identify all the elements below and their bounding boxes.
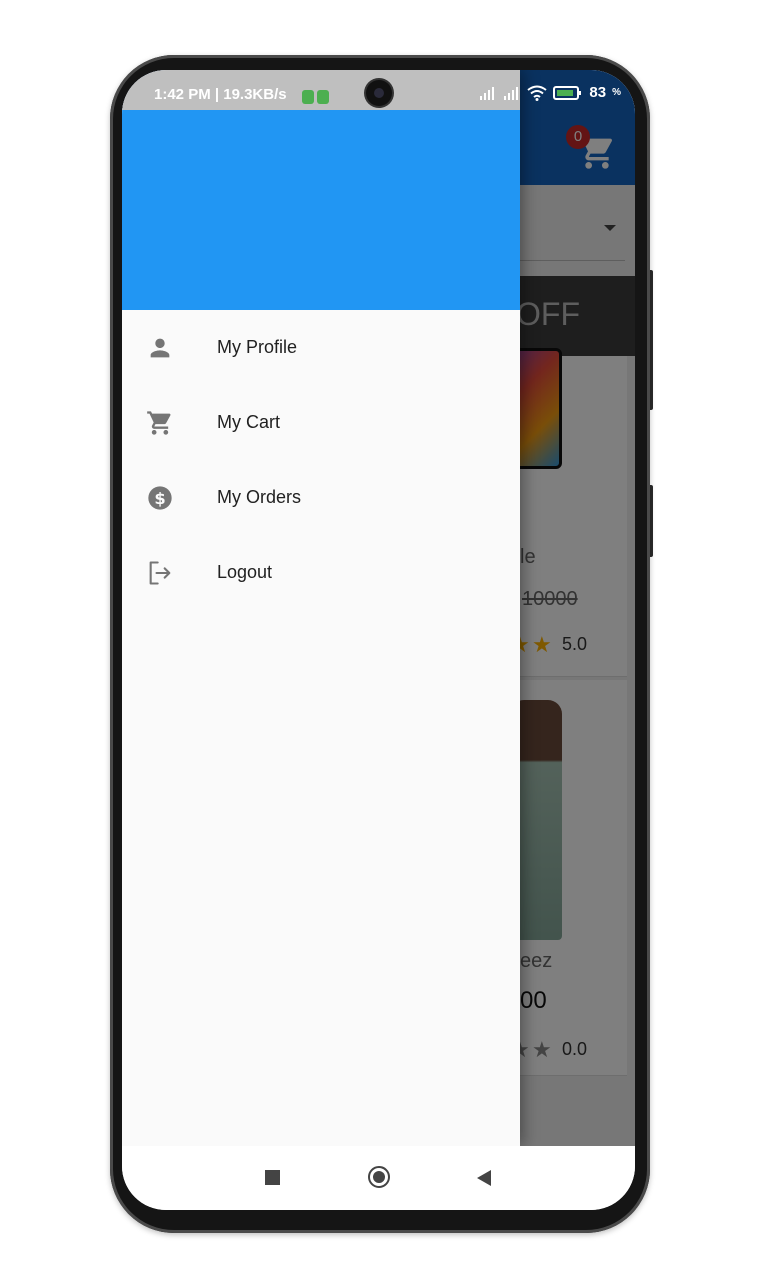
menu-item-logout[interactable]: Logout — [122, 535, 520, 610]
drawer-menu: My Profile My Cart $ My Orders Logout — [122, 310, 520, 610]
cart-icon — [147, 411, 171, 435]
menu-item-label: My Orders — [217, 487, 302, 507]
notification-icon — [299, 88, 329, 106]
status-bar: 1:42 PM | 19.3KB/s 83% — [122, 70, 635, 110]
signal-icon — [480, 86, 495, 100]
menu-item-label: Logout — [217, 562, 273, 582]
menu-item-my-orders[interactable]: $ My Orders — [122, 460, 520, 535]
status-time: 1:42 PM | 19.3KB/s — [154, 86, 287, 103]
dollar-circle-icon: $ — [148, 486, 172, 510]
signal-icon — [504, 86, 519, 100]
wifi-icon — [527, 85, 548, 101]
logout-icon — [149, 561, 171, 585]
recents-button[interactable] — [265, 1170, 280, 1185]
status-icons: 83% — [479, 84, 621, 101]
percent-sign: % — [612, 87, 621, 98]
screen: 0 OFF le 10000 ★ ★ 5.0 eez 00 ★ ★ 0.0 My… — [122, 70, 635, 1210]
battery-icon — [553, 85, 582, 100]
menu-item-my-profile[interactable]: My Profile — [122, 310, 520, 385]
front-camera — [366, 80, 392, 106]
system-nav-bar — [122, 1146, 635, 1210]
svg-text:$: $ — [154, 489, 165, 508]
menu-item-my-cart[interactable]: My Cart — [122, 385, 520, 460]
menu-item-label: My Cart — [217, 412, 280, 432]
drawer-header — [122, 110, 520, 310]
navigation-drawer: My Profile My Cart $ My Orders Logout — [122, 70, 520, 1146]
menu-item-label: My Profile — [217, 337, 298, 357]
home-button[interactable] — [368, 1166, 390, 1188]
person-icon — [150, 338, 170, 358]
battery-percent: 83 — [589, 84, 607, 101]
back-button[interactable] — [477, 1170, 491, 1186]
